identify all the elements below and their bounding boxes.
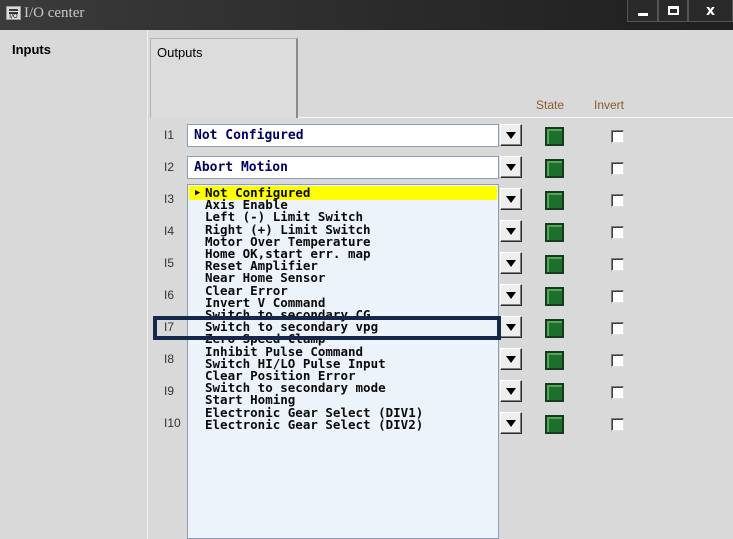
dropdown-arrow-button-i1[interactable] [500,124,522,146]
state-led-i7 [545,319,564,338]
close-icon: x [705,2,716,19]
state-led-i3 [545,191,564,210]
invert-checkbox-i6[interactable] [611,290,624,303]
invert-checkbox-i3[interactable] [611,194,624,207]
dropdown-option[interactable]: Electronic Gear Select (DIV2) [189,416,497,432]
maximize-icon [667,6,679,15]
invert-checkbox-i10[interactable] [611,418,624,431]
state-led-i8 [545,351,564,370]
state-led-i5 [545,255,564,274]
function-select-value: Not Configured [194,128,304,143]
invert-checkbox-i9[interactable] [611,386,624,399]
maximize-button[interactable] [658,0,688,22]
input-label-i3: I3 [164,192,175,206]
function-select-value: Abort Motion [194,160,288,175]
tab-divider [298,117,733,118]
window-controls: x [627,0,733,22]
io-center-client: Inputs Outputs State Invert I1 Not Config… [0,30,733,539]
input-label-i9: I9 [164,384,175,398]
dropdown-arrow-button-i7[interactable] [500,316,522,338]
invert-checkbox-i7[interactable] [611,322,624,335]
state-led-i10 [545,415,564,434]
invert-checkbox-i1[interactable] [611,130,624,143]
highlight-annotation-box [153,316,501,340]
function-select-i2[interactable]: Abort Motion [187,156,499,179]
dropdown-arrow-button-i3[interactable] [500,188,522,210]
dropdown-arrow-button-i2[interactable] [500,156,522,178]
input-label-i10: I10 [164,416,181,430]
close-button[interactable]: x [688,0,733,22]
input-label-i5: I5 [164,256,175,270]
dropdown-arrow-button-i4[interactable] [500,220,522,242]
tab-inputs[interactable]: Inputs [0,30,148,539]
dropdown-arrow-button-i10[interactable] [500,412,522,434]
tab-inputs-label: Inputs [12,42,51,57]
input-label-i4: I4 [164,224,175,238]
input-label-i6: I6 [164,288,175,302]
input-label-i1: I1 [164,128,175,142]
tab-outputs[interactable]: Outputs [150,38,298,118]
app-icon-text: I/O [9,13,18,20]
state-led-i6 [545,287,564,306]
state-led-i2 [545,159,564,178]
function-select-i1[interactable]: Not Configured [187,124,499,147]
dropdown-arrow-button-i6[interactable] [500,284,522,306]
dropdown-arrow-button-i9[interactable] [500,380,522,402]
minimize-button[interactable] [627,0,658,22]
tab-outputs-label: Outputs [157,45,203,60]
window-title: I/O center [24,5,85,21]
state-led-i4 [545,223,564,242]
state-led-i9 [545,383,564,402]
dropdown-arrow-button-i5[interactable] [500,252,522,274]
function-dropdown-list[interactable]: ▶ Not Configured Axis Enable Left (-) Limit… [187,184,499,539]
title-bar[interactable]: I/O I/O center x [0,0,733,30]
invert-checkbox-i8[interactable] [611,354,624,367]
invert-checkbox-i4[interactable] [611,226,624,239]
dropdown-option-label: Electronic Gear Select (DIV2) [205,416,424,432]
state-led-i1 [545,127,564,146]
state-column-header: State [536,98,565,112]
io-app-icon[interactable]: I/O [6,6,21,20]
dropdown-arrow-button-i8[interactable] [500,348,522,370]
input-label-i8: I8 [164,352,175,366]
invert-checkbox-i5[interactable] [611,258,624,271]
invert-column-header: Invert [594,98,625,112]
invert-checkbox-i2[interactable] [611,162,624,175]
minimize-icon [637,13,648,16]
input-label-i2: I2 [164,160,175,174]
